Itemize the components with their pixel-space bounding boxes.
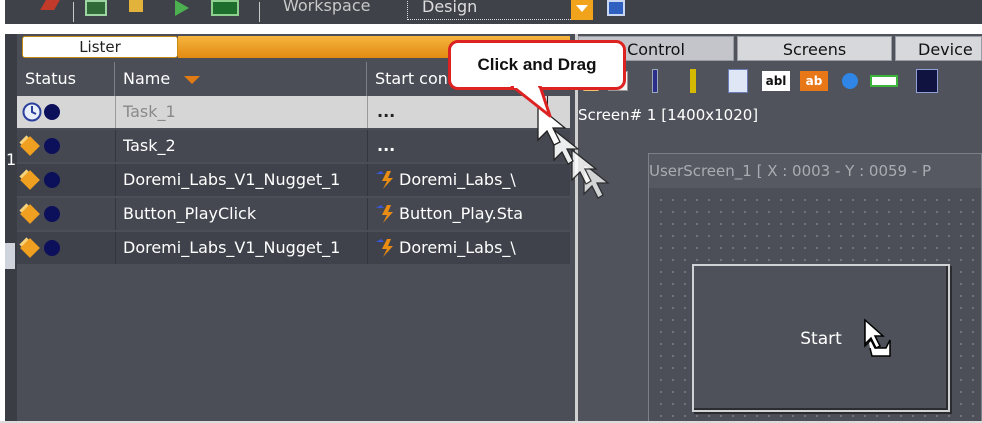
- workspace-select[interactable]: Design: [407, 0, 593, 20]
- layout-icon[interactable]: [85, 0, 107, 16]
- task-icon: [20, 170, 40, 190]
- row-divider: [367, 164, 368, 196]
- vertical-gauge-tool-icon[interactable]: [690, 69, 696, 93]
- column-header-name[interactable]: Name: [115, 62, 367, 96]
- stop-icon[interactable]: [211, 0, 239, 16]
- row-divider: [115, 164, 116, 196]
- control-palette: abl ab: [578, 63, 982, 99]
- row-start-condition[interactable]: ...: [377, 130, 547, 162]
- callout-pointer: [510, 84, 554, 124]
- row-start-condition[interactable]: Doremi_Labs_\: [399, 164, 549, 196]
- task-icon: [20, 238, 40, 258]
- table-row[interactable]: Task_2 ...: [17, 130, 570, 162]
- workspace-label: Workspace: [283, 0, 371, 15]
- status-dot-icon: [44, 138, 60, 154]
- row-divider: [115, 130, 116, 162]
- status-dot-icon: [44, 206, 60, 222]
- user-screen-title: UserScreen_1 [ X : 0003 - Y : 0059 - P: [649, 154, 981, 188]
- status-dot-icon: [44, 172, 60, 188]
- column-header-name-label: Name: [123, 69, 171, 88]
- top-toolbar: Workspace Design: [5, 0, 982, 24]
- list-tool-icon[interactable]: [728, 69, 748, 93]
- row-divider: [115, 198, 116, 230]
- tab-device[interactable]: Device: [895, 36, 982, 61]
- table-row[interactable]: Task_1 ...: [17, 96, 570, 128]
- status-dot-icon: [44, 104, 60, 120]
- event-bolt-icon: [375, 170, 397, 194]
- status-dot-icon: [44, 240, 60, 256]
- tab-lister[interactable]: Lister: [22, 36, 178, 58]
- led-tool-icon[interactable]: [842, 73, 858, 89]
- row-name: Button_PlayClick: [123, 204, 257, 223]
- save-icon[interactable]: [607, 0, 625, 16]
- left-splitter[interactable]: [5, 34, 17, 423]
- tab-screens[interactable]: Screens: [737, 36, 892, 61]
- column-header-status[interactable]: Status: [17, 62, 115, 96]
- row-divider: [115, 96, 116, 128]
- workspace-value: Design: [422, 0, 478, 16]
- edge-digit: 1: [6, 150, 17, 169]
- progress-bar-tool-icon[interactable]: [870, 75, 898, 87]
- row-name: Task_1: [123, 102, 176, 121]
- row-name: Task_2: [123, 136, 176, 155]
- vertical-slider-tool-icon[interactable]: [652, 69, 658, 93]
- table-row[interactable]: Doremi_Labs_V1_Nugget_1 Doremi_Labs_\: [17, 164, 570, 196]
- row-name: Doremi_Labs_V1_Nugget_1: [123, 170, 341, 189]
- text-button-tool-icon[interactable]: ab: [800, 71, 828, 91]
- row-divider: [367, 130, 368, 162]
- event-bolt-icon: [375, 204, 397, 228]
- table-row[interactable]: Doremi_Labs_V1_Nugget_1 Doremi_Labs_\: [17, 232, 570, 264]
- lock-icon[interactable]: [129, 0, 143, 12]
- row-name: Doremi_Labs_V1_Nugget_1: [123, 238, 341, 257]
- row-divider: [115, 232, 116, 264]
- pencil-icon[interactable]: [40, 0, 60, 10]
- text-label-tool-icon[interactable]: abl: [762, 71, 790, 91]
- table-row[interactable]: Button_PlayClick Button_Play.Sta: [17, 198, 570, 230]
- toolbar-divider: [259, 2, 260, 22]
- row-divider: [367, 96, 368, 128]
- play-icon[interactable]: [175, 0, 189, 16]
- row-start-condition[interactable]: Doremi_Labs_\: [399, 232, 549, 264]
- task-icon: [20, 204, 40, 224]
- clock-icon: [22, 102, 42, 126]
- left-splitter-handle[interactable]: [5, 243, 15, 269]
- color-block-tool-icon[interactable]: [916, 69, 938, 93]
- click-and-drag-callout: Click and Drag: [448, 40, 626, 90]
- row-divider: [367, 232, 368, 264]
- row-divider: [367, 198, 368, 230]
- chevron-down-icon[interactable]: [571, 0, 593, 20]
- task-icon: [20, 136, 40, 156]
- sort-chevron-down-icon: [183, 63, 201, 97]
- event-bolt-icon: [375, 238, 397, 262]
- start-button[interactable]: Start: [692, 264, 950, 412]
- row-start-condition[interactable]: Button_Play.Sta: [399, 198, 549, 230]
- hand-cursor-icon: [862, 318, 892, 372]
- toolbar-divider: [73, 2, 74, 22]
